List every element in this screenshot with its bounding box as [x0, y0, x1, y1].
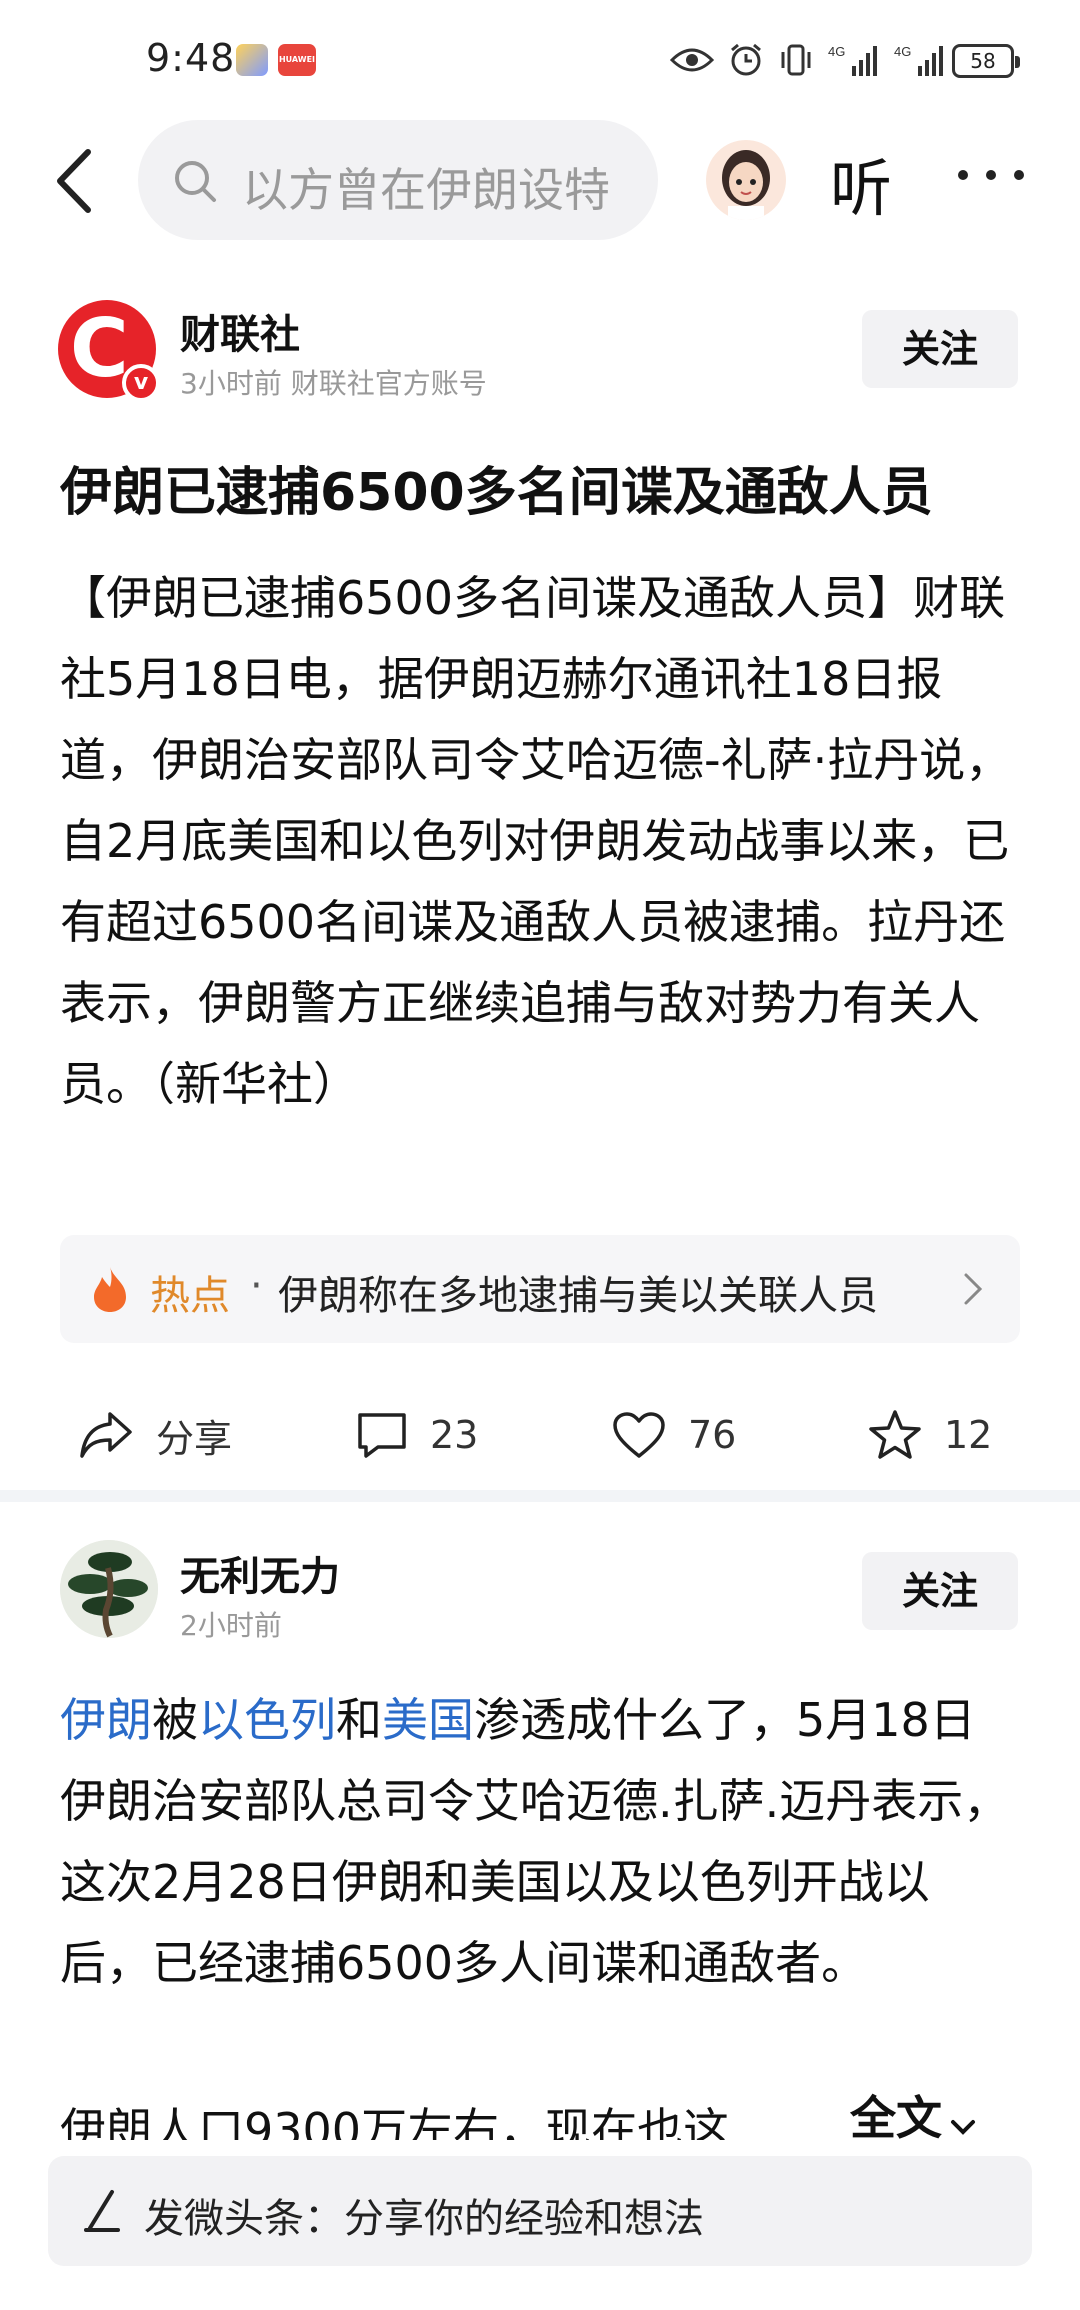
expand-fulltext-button[interactable]: 全文: [850, 2088, 978, 2140]
compose-placeholder: 发微头条：分享你的经验和想法: [144, 2196, 704, 2242]
hot-separator: ·: [250, 1263, 263, 1309]
search-bar[interactable]: 以方曾在伊朗设特: [138, 120, 658, 240]
post-text: 和: [336, 1693, 382, 1747]
heart-icon: [613, 1412, 665, 1458]
hot-label: 热点: [150, 1273, 230, 1319]
like-button[interactable]: 76: [612, 1405, 736, 1465]
compose-bar[interactable]: 发微头条：分享你的经验和想法: [48, 2156, 1032, 2266]
status-time: 9:48: [146, 36, 236, 80]
verified-icon: v: [122, 364, 160, 402]
favorite-count: 12: [944, 1413, 993, 1457]
app-notification-icon: [236, 44, 268, 76]
topic-link-usa[interactable]: 美国: [382, 1693, 474, 1747]
share-label: 分享: [156, 1416, 233, 1461]
post-text: 被: [152, 1693, 198, 1747]
share-icon: [80, 1412, 132, 1458]
top-nav: 以方曾在伊朗设特 听: [0, 120, 1080, 240]
action-bar: 分享 23 76 12: [0, 1385, 1080, 1485]
alarm-icon: [731, 43, 761, 76]
like-count: 76: [688, 1413, 737, 1457]
status-icons: 4G 4G: [670, 40, 946, 80]
post-body: 伊朗被以色列和美国渗透成什么了，5月18日伊朗治安部队总司令艾哈迈德.扎萨.迈丹…: [60, 1680, 1020, 2004]
battery-indicator: 58: [952, 44, 1020, 78]
signal-4g-icon: 4G: [894, 44, 943, 76]
fire-icon: [94, 1267, 126, 1312]
hot-topic-text: 伊朗称在多地逮捕与美以关联人员: [278, 1273, 878, 1319]
search-icon: [175, 161, 216, 202]
bonsai-icon: [60, 1540, 158, 1638]
more-options-icon[interactable]: [958, 170, 1024, 186]
chevron-right-icon: [964, 1273, 983, 1305]
share-button[interactable]: 分享: [78, 1405, 232, 1465]
author-avatar[interactable]: [60, 1540, 158, 1638]
topic-link-iran[interactable]: 伊朗: [60, 1693, 152, 1747]
back-arrow-icon[interactable]: [48, 146, 108, 216]
author-name[interactable]: 财联社: [180, 302, 300, 360]
author-logo[interactable]: C v: [58, 300, 160, 402]
comment-button[interactable]: 23: [356, 1405, 478, 1465]
follow-button[interactable]: 关注: [862, 1552, 1018, 1630]
comment-icon: [358, 1413, 406, 1458]
cls-logo-icon: C: [70, 302, 129, 395]
article-title: 伊朗已逮捕6500多名间谍及通敌人员: [60, 463, 933, 523]
article-body: 【伊朗已逮捕6500多名间谍及通敌人员】财联社5月18日电，据伊朗迈赫尔通讯社1…: [60, 571, 1012, 1111]
author-name[interactable]: 无利无力: [180, 1544, 340, 1602]
assistant-avatar[interactable]: [706, 140, 786, 220]
fulltext-label: 全文: [850, 2091, 942, 2140]
svg-text:4G: 4G: [894, 44, 911, 59]
post-meta: 2小时前: [180, 1609, 282, 1642]
favorite-button[interactable]: 12: [868, 1405, 992, 1465]
post-meta: 3小时前 财联社官方账号: [180, 367, 487, 400]
star-icon: [869, 1410, 921, 1459]
huawei-app-icon: HUAWEI: [278, 44, 316, 76]
truncated-line: 伊朗人口9300万左右，现在也这: [60, 2103, 730, 2140]
avatar-icon: [722, 150, 770, 220]
search-input[interactable]: 以方曾在伊朗设特: [242, 154, 632, 220]
section-divider: [0, 1490, 1080, 1502]
eye-icon: [670, 48, 714, 72]
comment-count: 23: [430, 1413, 479, 1457]
follow-button[interactable]: 关注: [862, 310, 1018, 388]
svg-text:4G: 4G: [828, 44, 845, 59]
topic-link-israel[interactable]: 以色列: [198, 1693, 336, 1747]
listen-button[interactable]: 听: [830, 138, 892, 228]
pen-icon: [84, 2190, 120, 2232]
status-bar: 9:48 HUAWEI 4G 4G 58: [0, 0, 1080, 120]
signal-4g-icon: 4G: [828, 44, 877, 76]
chevron-down-icon: [951, 2120, 975, 2135]
hot-topic-link[interactable]: 热点 · 伊朗称在多地逮捕与美以关联人员: [60, 1235, 1020, 1343]
vibrate-icon: [781, 44, 811, 76]
